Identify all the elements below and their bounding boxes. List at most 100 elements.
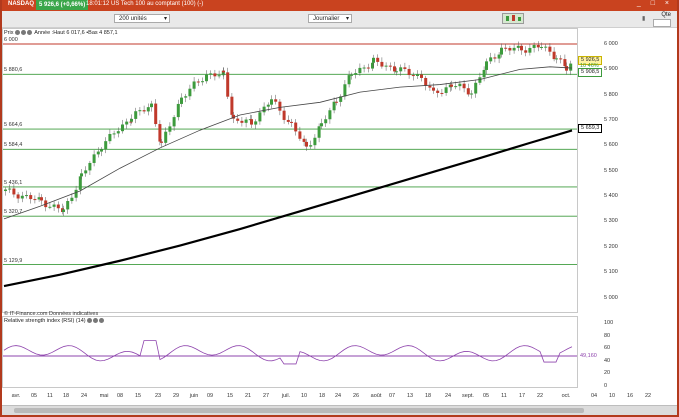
candle-body — [335, 101, 338, 103]
date-axis-tick: 05 — [482, 393, 490, 399]
candle-body — [25, 195, 28, 197]
price-axis-tick: 5 800 — [604, 91, 618, 98]
candle-body — [172, 117, 176, 127]
rsi-panel-header: Relative strength index (RSI) (14) — [4, 318, 105, 324]
candle-body — [388, 65, 392, 67]
date-axis-tick: 24 — [80, 393, 88, 399]
candle-body — [209, 73, 213, 75]
candle-body — [80, 173, 83, 177]
indicator-close-icon[interactable] — [27, 30, 33, 36]
candle-body — [555, 58, 558, 60]
date-axis-tick: 15 — [226, 393, 234, 399]
date-axis-tick: 11 — [501, 393, 507, 399]
candle-body — [150, 103, 153, 108]
candle-body — [154, 103, 158, 125]
candle-body — [482, 69, 486, 78]
candle-body — [188, 88, 192, 97]
candle-body — [236, 118, 240, 121]
candle-body — [286, 119, 290, 122]
candle-body — [16, 194, 20, 199]
candle-body — [380, 61, 384, 67]
candle-body — [416, 74, 419, 77]
scrollbar-thumb[interactable] — [14, 408, 584, 413]
price-panel-header: Prix Année :Haut 6 017,6 •Bas 4 857,1 — [4, 30, 118, 36]
date-axis-tick: 05 — [30, 393, 38, 399]
candle-body — [84, 170, 88, 174]
candle-body — [52, 204, 56, 207]
moving-average-long — [3, 129, 573, 288]
candle-body — [104, 141, 108, 150]
candle-body — [244, 119, 248, 123]
date-axis-tick: juin — [189, 393, 199, 399]
candle-body — [516, 45, 520, 48]
candle-body — [142, 110, 146, 112]
candle-body — [4, 189, 7, 192]
candle-body — [70, 197, 74, 202]
level-tag: 5 908,5 — [578, 68, 603, 77]
date-axis-tick: mai — [99, 393, 109, 399]
price-year-range: Année :Haut 6 017,6 •Bas 4 857,1 — [34, 30, 118, 36]
indicator-settings-icon[interactable] — [21, 30, 27, 36]
moving-average-short — [3, 66, 573, 220]
date-axis-tick: 24 — [444, 393, 452, 399]
candle-body — [196, 81, 200, 83]
candle-body — [8, 188, 12, 190]
candle-body — [393, 66, 396, 72]
candle-body — [278, 101, 282, 111]
candle-body — [62, 209, 65, 212]
candle-body — [395, 71, 398, 73]
candle-body — [108, 133, 112, 142]
candle-body — [366, 67, 370, 69]
candle-body — [222, 70, 225, 73]
candle-body — [354, 73, 358, 75]
date-axis-tick: oct. — [561, 393, 571, 399]
candle-body — [454, 86, 458, 88]
candle-body — [176, 103, 180, 118]
date-axis-tick: 22 — [644, 393, 652, 399]
date-axis-tick: 15 — [134, 393, 142, 399]
indicator-toggle-icon[interactable] — [15, 30, 21, 36]
candle-body — [29, 195, 33, 200]
rsi-axis-tick: 100 — [604, 320, 614, 326]
date-axis-tick: 16 — [626, 393, 634, 399]
candle-body — [33, 199, 37, 201]
price-axis-tick: 5 300 — [604, 218, 618, 225]
price-axis-tick: 5 100 — [604, 269, 618, 276]
date-axis-tick: 11 — [47, 393, 53, 399]
candle-body — [532, 44, 536, 48]
date-axis-tick: 04 — [590, 393, 598, 399]
candle-body — [332, 101, 336, 111]
candle-body — [20, 195, 24, 199]
candle-body — [528, 47, 532, 53]
date-axis-tick: 18 — [62, 393, 70, 399]
candle-body — [424, 77, 428, 86]
candle-body — [309, 145, 313, 147]
indicator-close-icon[interactable] — [99, 318, 105, 324]
candle-body — [347, 75, 351, 85]
candle-body — [192, 81, 196, 89]
candle-body — [254, 121, 258, 125]
window-border — [0, 0, 2, 417]
candle-body — [100, 149, 103, 152]
candle-body — [217, 75, 221, 77]
indicator-toggle-icon[interactable] — [87, 318, 93, 324]
candle-body — [270, 99, 273, 105]
date-axis-tick: avr. — [11, 393, 21, 399]
candle-body — [384, 65, 388, 67]
indicator-settings-icon[interactable] — [93, 318, 99, 324]
candle-body — [524, 50, 528, 53]
level-label: 5 584,4 — [4, 142, 23, 149]
candle-body — [294, 122, 298, 132]
candle-body — [493, 57, 497, 59]
rsi-axis-tick: 80 — [604, 332, 611, 339]
candle-body — [489, 57, 493, 62]
candle-body — [328, 110, 332, 120]
date-axis-tick: 21 — [244, 393, 252, 399]
candle-body — [230, 96, 234, 115]
date-axis-tick: 24 — [334, 393, 342, 399]
candle-body — [504, 47, 508, 49]
date-axis-tick: 22 — [536, 393, 544, 399]
candle-body — [213, 73, 217, 77]
date-axis-tick: 23 — [154, 393, 162, 399]
candle-body — [565, 66, 568, 71]
